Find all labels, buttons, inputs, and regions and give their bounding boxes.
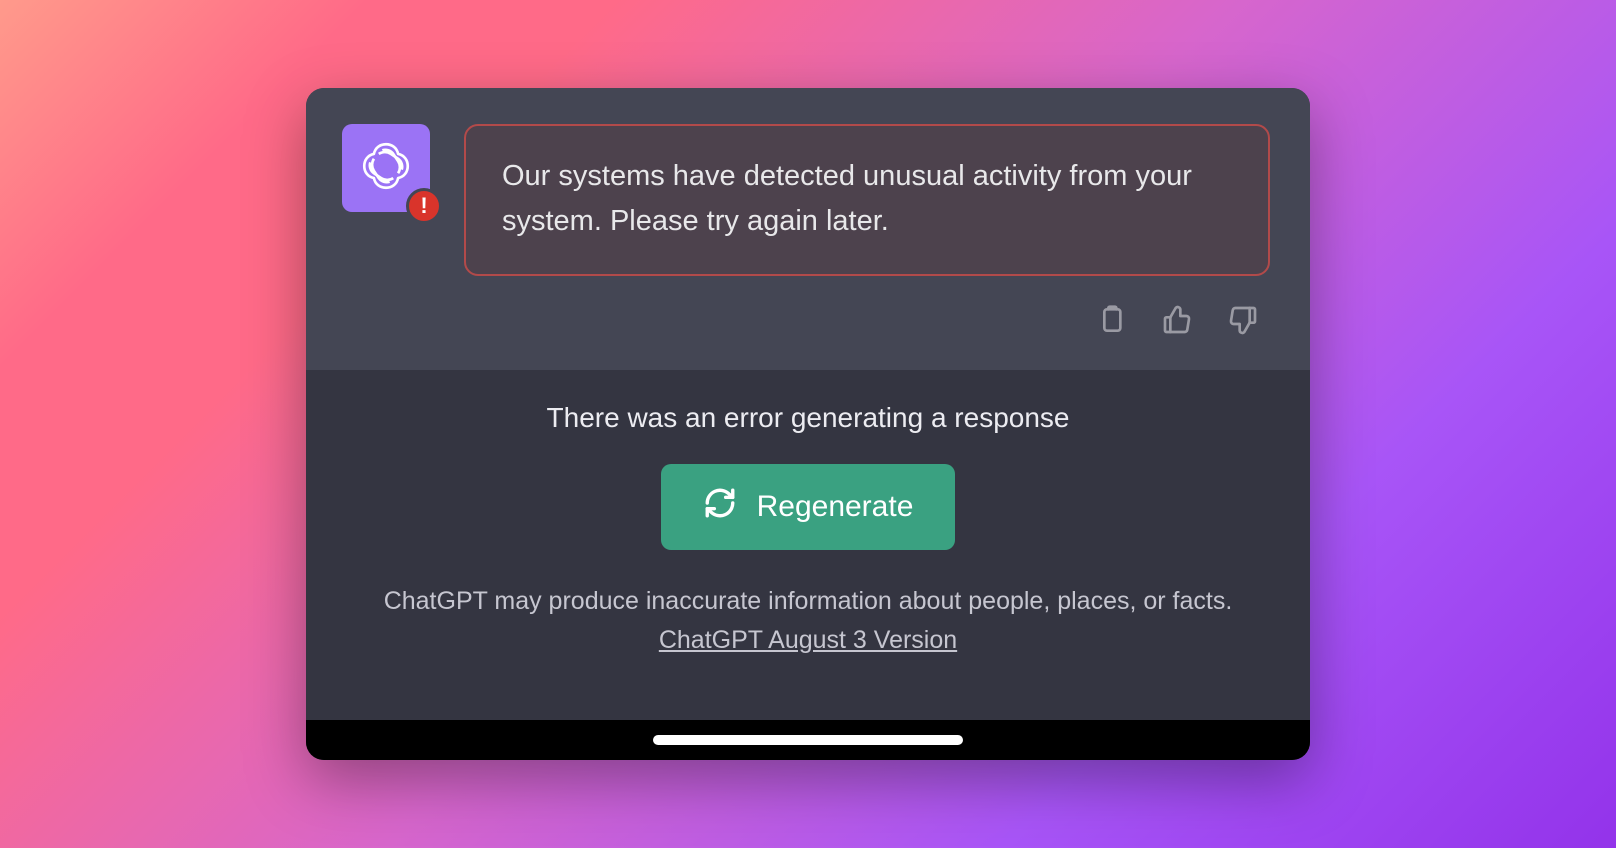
- thumbs-up-button[interactable]: [1158, 304, 1196, 342]
- app-window: ! Our systems have detected unusual acti…: [306, 88, 1310, 760]
- regenerate-label: Regenerate: [757, 490, 914, 524]
- thumbs-up-icon: [1161, 304, 1193, 341]
- assistant-message-area: ! Our systems have detected unusual acti…: [306, 88, 1310, 370]
- openai-logo-icon: [357, 137, 415, 200]
- error-message-box: Our systems have detected unusual activi…: [464, 124, 1270, 276]
- disclaimer-text: ChatGPT may produce inaccurate informati…: [384, 587, 1233, 615]
- message-row: ! Our systems have detected unusual acti…: [342, 124, 1270, 276]
- version-link[interactable]: ChatGPT August 3 Version: [659, 626, 957, 654]
- refresh-icon: [703, 486, 737, 528]
- feedback-row: [342, 304, 1270, 342]
- home-indicator[interactable]: [653, 735, 963, 745]
- thumbs-down-button[interactable]: [1224, 304, 1262, 342]
- error-status-text: There was an error generating a response: [547, 402, 1070, 434]
- error-badge-icon: !: [406, 188, 442, 224]
- thumbs-down-icon: [1227, 304, 1259, 341]
- footer-area: There was an error generating a response…: [306, 370, 1310, 760]
- copy-button[interactable]: [1092, 304, 1130, 342]
- disclaimer: ChatGPT may produce inaccurate informati…: [384, 582, 1233, 660]
- bottom-bar: [306, 720, 1310, 760]
- avatar-wrap: !: [342, 124, 430, 212]
- error-message-text: Our systems have detected unusual activi…: [502, 160, 1192, 237]
- regenerate-button[interactable]: Regenerate: [661, 464, 956, 550]
- clipboard-icon: [1095, 304, 1127, 341]
